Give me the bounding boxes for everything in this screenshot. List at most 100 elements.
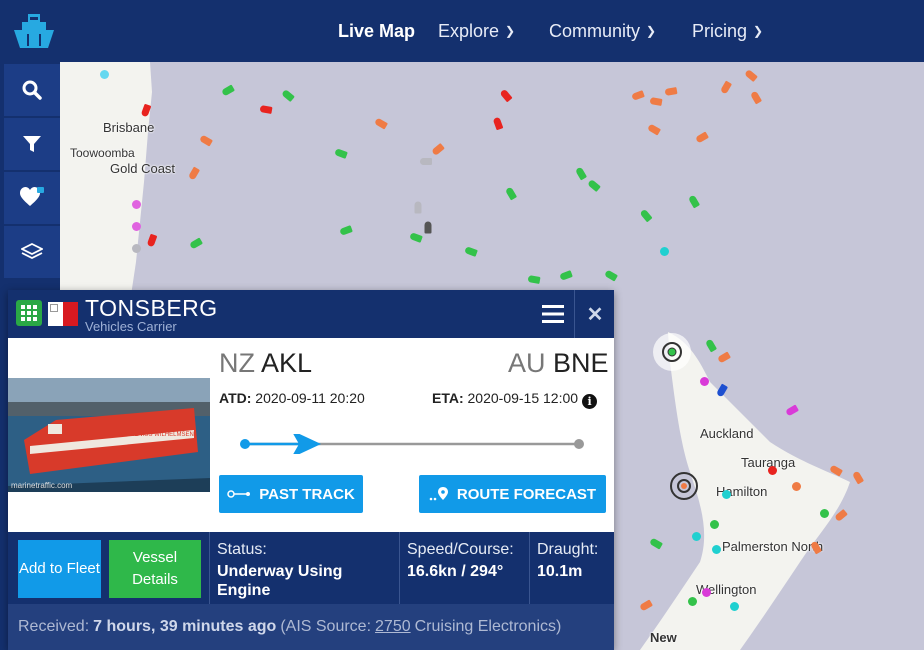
add-to-fleet-label: Add to Fleet <box>19 560 100 577</box>
speed-course-label: Speed/Course: <box>407 541 514 558</box>
speed-course-value: 16.6kn / 294° <box>407 563 504 580</box>
vessel-dot[interactable] <box>700 377 709 386</box>
malta-flag-icon <box>48 302 78 326</box>
received-value: 7 hours, 39 minutes ago <box>93 618 277 635</box>
departure-port-code: AKL <box>261 348 313 378</box>
eta-value: 2020-09-15 12:00 <box>467 390 579 406</box>
add-to-fleet-button[interactable]: Add to Fleet <box>18 540 101 598</box>
track-icon <box>227 490 251 498</box>
city-label: Auckland <box>700 426 754 441</box>
city-label: Palmerston North <box>722 539 824 554</box>
departure-country: NZ <box>219 348 255 378</box>
vessel-photo[interactable]: WALLENIUS WILHELMSEN marinetraffic.com <box>8 378 210 492</box>
svg-text:WALLENIUS WILHELMSEN: WALLENIUS WILHELMSEN <box>118 432 194 438</box>
vessel-dot[interactable] <box>792 482 801 491</box>
panel-menu-button[interactable] <box>532 290 574 338</box>
voyage-progress-bar <box>240 434 584 454</box>
vessel-dot[interactable] <box>820 509 829 518</box>
vessel-dot[interactable] <box>132 200 141 209</box>
arrival-port-code: BNE <box>553 348 609 378</box>
ais-source-prefix: (AIS Source: <box>280 618 372 635</box>
search-icon <box>22 80 42 100</box>
close-icon: ✕ <box>586 303 604 326</box>
eta-label: ETA: <box>432 390 464 406</box>
vessel-type: Vehicles Carrier <box>85 319 177 334</box>
departure-port[interactable]: NZ AKL <box>219 348 312 379</box>
chevron-down-icon: ❯ <box>646 24 657 38</box>
received-label: Received: <box>18 618 90 635</box>
vessel-marker[interactable] <box>414 201 422 214</box>
hamburger-menu-icon <box>542 305 564 323</box>
vessel-dot[interactable] <box>710 520 719 529</box>
nav-live-map[interactable]: Live Map <box>338 0 415 62</box>
vessel-dot[interactable] <box>688 597 697 606</box>
city-label: New <box>650 630 677 645</box>
vessel-stats-bar: Add to Fleet Vessel Details Status: Unde… <box>8 532 614 604</box>
photo-credit: marinetraffic.com <box>11 481 73 490</box>
nav-live-map-label: Live Map <box>338 20 416 41</box>
vessel-info-panel: TONSBERG Vehicles Carrier ✕ WALLENIUS WI… <box>8 290 614 650</box>
status-stat: Status: Underway Using Engine <box>209 532 400 604</box>
chevron-down-icon: ❯ <box>505 24 516 38</box>
nav-explore[interactable]: Explore ❯ <box>438 0 515 62</box>
vessel-dot[interactable] <box>722 490 731 499</box>
atd-label: ATD: <box>219 390 252 406</box>
search-button[interactable] <box>4 64 60 118</box>
filter-button[interactable] <box>4 118 60 172</box>
vessel-dot[interactable] <box>132 244 141 253</box>
vessel-dot[interactable] <box>712 545 721 554</box>
layers-button[interactable] <box>4 226 60 280</box>
vessel-details-label: Vessel Details <box>132 549 178 588</box>
status-label: Status: <box>217 541 267 558</box>
vessel-type-grid-icon[interactable] <box>16 300 42 326</box>
vessel-dot[interactable] <box>660 247 669 256</box>
top-navigation-bar: Live Map Explore ❯ Community ❯ Pricing ❯ <box>0 0 924 62</box>
past-track-label: PAST TRACK <box>259 485 355 503</box>
nav-pricing[interactable]: Pricing ❯ <box>692 0 763 62</box>
past-track-button[interactable]: PAST TRACK <box>219 475 363 513</box>
atd-value: 2020-09-11 20:20 <box>255 390 365 406</box>
nav-community-label: Community <box>549 20 641 41</box>
route-forecast-button[interactable]: ROUTE FORECAST <box>419 475 606 513</box>
arrival-country: AU <box>508 348 546 378</box>
ship-logo-icon[interactable] <box>12 12 56 52</box>
vessel-target-icon[interactable] <box>652 332 692 372</box>
vessel-panel-header: TONSBERG Vehicles Carrier ✕ <box>8 290 614 338</box>
nav-community[interactable]: Community ❯ <box>549 0 656 62</box>
favorites-button[interactable] <box>4 172 60 226</box>
vessel-dot[interactable] <box>132 222 141 231</box>
ais-source-suffix: Cruising Electronics) <box>414 618 562 635</box>
vessel-dot[interactable] <box>702 588 711 597</box>
chevron-down-icon: ❯ <box>753 24 764 38</box>
received-info: Received: 7 hours, 39 minutes ago (AIS S… <box>8 604 614 650</box>
filter-icon <box>23 136 41 152</box>
atd-field: ATD: 2020-09-11 20:20 <box>219 390 365 406</box>
draught-label: Draught: <box>537 541 599 558</box>
ais-source-link[interactable]: 2750 <box>375 618 411 636</box>
heart-icon <box>20 187 44 206</box>
eta-field: ETA: 2020-09-15 12:00 i <box>432 390 598 409</box>
vessel-marker[interactable] <box>424 221 432 234</box>
nav-pricing-label: Pricing <box>692 20 748 41</box>
nav-explore-label: Explore <box>438 20 500 41</box>
vessel-marker[interactable] <box>420 158 432 165</box>
route-forecast-label: ROUTE FORECAST <box>456 485 597 503</box>
draught-stat: Draught: 10.1m <box>529 532 615 604</box>
vessel-dot[interactable] <box>100 70 109 79</box>
city-label: Brisbane <box>103 120 155 135</box>
close-panel-button[interactable]: ✕ <box>574 290 615 338</box>
city-label: Gold Coast <box>110 161 176 176</box>
vessel-target-icon[interactable] <box>668 470 700 502</box>
status-value: Underway Using Engine <box>217 563 343 599</box>
vessel-details-button[interactable]: Vessel Details <box>109 540 201 598</box>
route-pin-icon <box>429 487 448 501</box>
vessel-name: TONSBERG <box>85 295 218 321</box>
arrival-port[interactable]: AU BNE <box>508 348 609 379</box>
speed-course-stat: Speed/Course: 16.6kn / 294° <box>399 532 530 604</box>
info-icon[interactable]: i <box>582 394 598 409</box>
layers-icon <box>21 242 43 260</box>
vessel-dot[interactable] <box>692 532 701 541</box>
draught-value: 10.1m <box>537 563 583 580</box>
vessel-dot[interactable] <box>730 602 739 611</box>
vessel-dot[interactable] <box>768 466 777 475</box>
